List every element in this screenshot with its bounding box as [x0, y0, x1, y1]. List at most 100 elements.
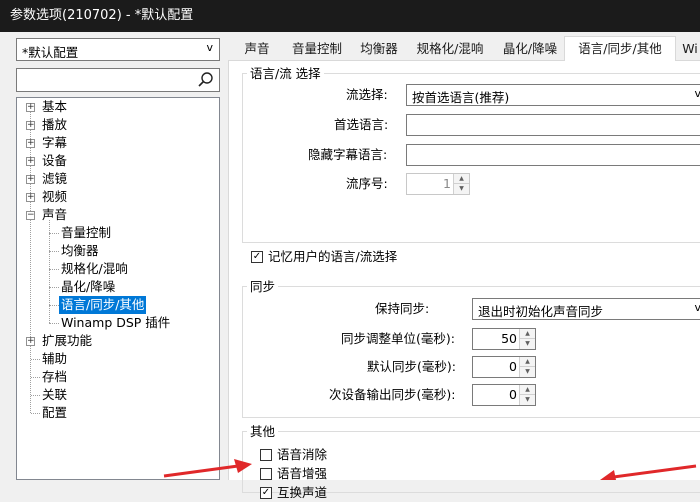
default-sync-value: 0	[509, 359, 517, 374]
stream-number-value: 1	[443, 176, 451, 191]
tree-connector	[31, 395, 40, 396]
checkbox-box[interactable]	[260, 449, 272, 461]
tree-connector	[49, 233, 59, 234]
tab-item[interactable]: 语言/同步/其他	[564, 36, 676, 61]
spin-up-icon[interactable]: ▲	[520, 357, 535, 367]
keep-sync-value: 退出时初始化声音同步	[478, 304, 604, 319]
tree-item[interactable]: + 播放	[17, 116, 219, 134]
lang-group-title: 语言/流 选择	[247, 66, 324, 82]
tree-connector	[31, 377, 40, 378]
tree-item[interactable]: 存档	[17, 368, 219, 386]
tree-item[interactable]: + 扩展功能	[17, 332, 219, 350]
tree-item-label: 音量控制	[61, 225, 112, 240]
profile-dropdown[interactable]: *默认配置 v	[16, 38, 220, 61]
stream-select-label: 流选择:	[346, 87, 388, 102]
tab-item[interactable]: 均衡器	[354, 38, 404, 60]
secondary-sync-value: 0	[509, 387, 517, 402]
spin-down-icon[interactable]: ▼	[520, 339, 535, 349]
chevron-down-icon: v	[694, 87, 700, 100]
tree-item[interactable]: 音量控制	[17, 224, 219, 242]
tree-item[interactable]: + 滤镜	[17, 170, 219, 188]
spin-up-icon[interactable]: ▲	[520, 329, 535, 339]
tree-item[interactable]: Winamp DSP 插件	[17, 314, 219, 332]
tree-item[interactable]: 关联	[17, 386, 219, 404]
checkbox-box[interactable]	[260, 468, 272, 480]
voice-enhance-label: 语音增强	[277, 466, 328, 481]
tree-connector	[49, 287, 59, 288]
other-group-title: 其他	[247, 424, 279, 440]
tree-item-label: 滤镜	[42, 171, 68, 186]
tree-item-label: 播放	[42, 117, 68, 132]
tab-bar: 声音 音量控制 均衡器 规格化/混响 晶化/降噪 语言/同步/其他 Wi	[228, 36, 700, 61]
expand-icon[interactable]: +	[26, 139, 35, 148]
hidden-sub-lang-label: 隐藏字幕语言:	[308, 147, 388, 162]
tree-item[interactable]: 晶化/降噪	[17, 278, 219, 296]
tree-item-label: 配置	[42, 405, 68, 420]
tree-connector	[49, 323, 59, 324]
chevron-down-icon: v	[206, 41, 213, 54]
spin-down-icon[interactable]: ▼	[520, 395, 535, 405]
tab-item[interactable]: 音量控制	[284, 38, 350, 60]
search-input[interactable]	[16, 68, 220, 92]
tree-item[interactable]: 语言/同步/其他	[17, 296, 219, 314]
tab-item[interactable]: 声音	[234, 38, 280, 60]
expand-icon[interactable]: +	[26, 193, 35, 202]
collapse-icon[interactable]: −	[26, 211, 35, 220]
checkbox-box[interactable]: ✓	[260, 487, 272, 499]
tree-connector	[31, 359, 40, 360]
spin-up-icon[interactable]: ▲	[454, 174, 469, 184]
tree-connector	[49, 251, 59, 252]
tab-page: 语言/流 选择 流选择: 按首选语言(推荐) v 首选语言: 隐藏字幕语言: 流…	[228, 61, 700, 500]
expand-icon[interactable]: +	[26, 337, 35, 346]
chevron-down-icon: v	[694, 301, 700, 314]
spin-up-icon[interactable]: ▲	[520, 385, 535, 395]
tree-item-label: 关联	[42, 387, 68, 402]
tree-item[interactable]: 规格化/混响	[17, 260, 219, 278]
stream-select-value: 按首选语言(推荐)	[412, 90, 510, 105]
stream-number-label: 流序号:	[346, 176, 388, 191]
tree-item[interactable]: − 声音	[17, 206, 219, 224]
tree-item[interactable]: + 基本	[17, 98, 219, 116]
tree-item-label: 设备	[42, 153, 68, 168]
tree-item[interactable]: 均衡器	[17, 242, 219, 260]
swap-channels-label: 互换声道	[277, 485, 328, 500]
tree-item-label: 均衡器	[61, 243, 99, 258]
expand-icon[interactable]: +	[26, 121, 35, 130]
tab-item[interactable]: Wi	[678, 38, 700, 60]
stream-select-combo[interactable]: 按首选语言(推荐) v	[406, 84, 700, 106]
annotation-arrow-right	[600, 464, 697, 480]
default-sync-spinner[interactable]: 0 ▲ ▼	[472, 356, 536, 378]
preferences-window: *默认配置 v + 基本 + 播放 + 字幕 + 设备 + 滤镜 + 视频 − 声音 音量控制 均衡器 规格化/…	[0, 32, 700, 500]
secondary-sync-label: 次设备输出同步(毫秒):	[329, 387, 456, 402]
pref-lang-input[interactable]	[406, 114, 700, 136]
secondary-sync-spinner[interactable]: 0 ▲ ▼	[472, 384, 536, 406]
tree-item[interactable]: + 字幕	[17, 134, 219, 152]
hidden-sub-lang-input[interactable]	[406, 144, 700, 166]
tree-item[interactable]: + 视频	[17, 188, 219, 206]
search-icon[interactable]	[197, 71, 215, 89]
tab-item[interactable]: 规格化/混响	[408, 38, 492, 60]
expand-icon[interactable]: +	[26, 157, 35, 166]
tree-item[interactable]: 配置	[17, 404, 219, 422]
expand-icon[interactable]: +	[26, 175, 35, 184]
adjust-unit-spinner[interactable]: 50 ▲ ▼	[472, 328, 536, 350]
settings-tree[interactable]: + 基本 + 播放 + 字幕 + 设备 + 滤镜 + 视频 − 声音 音量控制 均衡器 规格化/混响 晶化/降噪语…	[16, 97, 220, 480]
tree-item-label: 视频	[42, 189, 68, 204]
sync-group-title: 同步	[247, 279, 279, 295]
annotation-arrow-left	[163, 459, 252, 478]
tree-item-label: 存档	[42, 369, 68, 384]
checkbox-box[interactable]: ✓	[251, 251, 263, 263]
spin-down-icon[interactable]: ▼	[454, 184, 469, 194]
tree-item[interactable]: 辅助	[17, 350, 219, 368]
tab-item[interactable]: 晶化/降噪	[496, 38, 564, 60]
keep-sync-combo[interactable]: 退出时初始化声音同步 v	[472, 298, 700, 320]
spin-down-icon[interactable]: ▼	[520, 367, 535, 377]
tree-item-label: 声音	[42, 207, 68, 222]
expand-icon[interactable]: +	[26, 103, 35, 112]
default-sync-label: 默认同步(毫秒):	[367, 359, 456, 374]
tree-connector	[49, 269, 59, 270]
adjust-unit-value: 50	[501, 331, 517, 346]
stream-number-spinner[interactable]: 1 ▲ ▼	[406, 173, 470, 195]
tree-item[interactable]: + 设备	[17, 152, 219, 170]
keep-sync-label: 保持同步:	[375, 301, 430, 316]
